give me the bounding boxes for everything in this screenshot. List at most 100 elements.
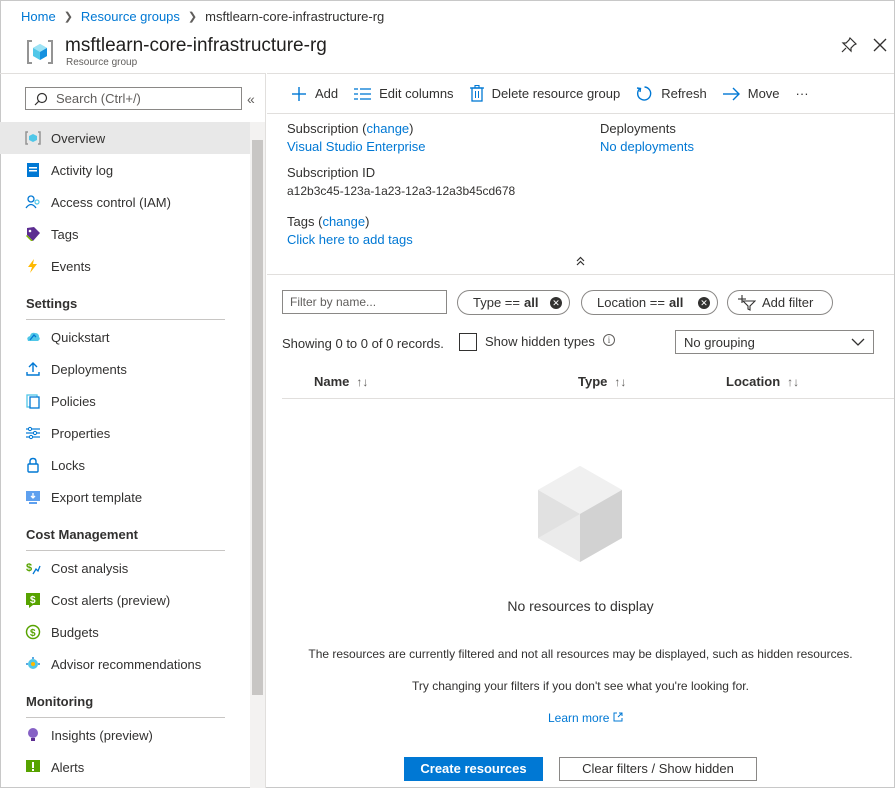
sidebar-item-alerts[interactable]: Alerts [0,751,250,783]
section-divider [26,319,225,320]
column-header-label: Location [726,374,781,389]
sidebar-item-access-control[interactable]: Access control (IAM) [0,186,250,218]
location-filter-pill[interactable]: Location == all ✕ [581,290,718,315]
svg-text:$: $ [30,595,36,606]
records-count: Showing 0 to 0 of 0 records. [282,336,444,351]
sidebar-item-events[interactable]: Events [0,250,250,282]
search-box[interactable] [25,87,242,110]
add-button[interactable]: Add [291,86,338,102]
delete-label: Delete resource group [491,86,621,101]
subscription-id-value: a12b3c45-123a-1a23-12a3-12a3b45cd678 [287,184,516,198]
move-label: Move [747,86,780,101]
page-title: msftlearn-core-infrastructure-rg [65,35,327,56]
add-filter-icon [738,294,756,311]
overview-icon [24,129,42,147]
quickstart-icon [24,328,42,346]
clear-filters-button[interactable]: Clear filters / Show hidden [559,757,757,781]
deployments-label: Deployments [600,121,676,136]
search-input[interactable] [56,91,236,106]
table-header-divider [282,398,894,399]
change-subscription-link[interactable]: change [367,121,410,136]
budgets-icon: $ [24,623,42,641]
essentials-divider [267,274,894,275]
change-tags-link[interactable]: change [322,214,365,229]
collapse-essentials-icon[interactable] [575,255,586,266]
add-filter-label: Add filter [762,295,814,310]
sidebar-item-locks[interactable]: Locks [0,449,250,481]
scrollbar-thumb[interactable] [252,140,263,695]
deployments-value-link[interactable]: No deployments [600,139,694,154]
sidebar-item-cost-alerts[interactable]: $ Cost alerts (preview) [0,584,250,616]
arrow-right-icon [722,87,740,101]
delete-resource-group-button[interactable]: Delete resource group [469,85,621,102]
monitoring-section-header: Monitoring [0,680,250,719]
sidebar-item-budgets[interactable]: $ Budgets [0,616,250,648]
add-filter-button[interactable]: Add filter [727,290,833,315]
sidebar-item-properties[interactable]: Properties [0,417,250,449]
filter-by-name-input[interactable] [283,291,446,313]
sidebar-item-export-template[interactable]: Export template [0,481,250,513]
sidebar-item-tags[interactable]: Tags [0,218,250,250]
refresh-button[interactable]: Refresh [636,85,707,102]
sidebar-item-insights[interactable]: Insights (preview) [0,719,250,751]
column-header-type[interactable]: Type ↑↓ [578,374,626,389]
sidebar-item-quickstart[interactable]: Quickstart [0,321,250,353]
sidebar-item-advisor[interactable]: Advisor recommendations [0,648,250,680]
collapse-sidebar-button[interactable]: « [247,91,255,107]
sidebar-item-label: Quickstart [51,329,110,345]
move-button[interactable]: Move [722,86,780,101]
deployments-icon [24,360,42,378]
close-icon[interactable] [871,36,889,54]
filter-by-name-box[interactable] [282,290,447,314]
add-tags-link[interactable]: Click here to add tags [287,232,413,247]
sidebar-item-label: Overview [51,130,106,146]
sidebar-scrollbar[interactable] [250,122,265,788]
info-icon[interactable]: i [603,334,615,346]
sidebar-item-overview[interactable]: Overview [0,122,250,154]
edit-columns-button[interactable]: Edit columns [354,86,454,101]
pin-icon[interactable] [840,36,858,54]
command-bar: Add Edit columns Delete resource group R… [267,73,894,114]
sidebar-item-deployments[interactable]: Deployments [0,353,250,385]
sort-icon: ↑↓ [356,374,369,389]
create-resources-button[interactable]: Create resources [404,757,543,781]
column-header-location[interactable]: Location ↑↓ [726,374,799,389]
lock-icon [24,456,42,474]
chevron-right-icon: ❯ [187,10,198,23]
settings-section-header: Settings [0,282,250,321]
location-filter-label: Location == [597,295,665,310]
more-button[interactable]: ··· [796,86,809,101]
column-header-name[interactable]: Name ↑↓ [314,374,368,389]
show-hidden-types-checkbox[interactable] [459,333,477,351]
advisor-icon [24,655,42,673]
subscription-value-link[interactable]: Visual Studio Enterprise [287,139,426,154]
grouping-select[interactable]: No grouping [675,330,874,354]
sidebar-nav: Overview Activity log Access control (IA… [0,122,250,783]
cost-management-section-header: Cost Management [0,513,250,552]
svg-text:$: $ [26,562,32,574]
activity-log-icon [24,161,42,179]
type-filter-pill[interactable]: Type == all ✕ [457,290,570,315]
lightning-icon [24,257,42,275]
learn-more-label: Learn more [548,711,610,725]
clear-location-filter-icon[interactable]: ✕ [698,297,710,309]
empty-state-hint: Try changing your filters if you don't s… [412,679,749,693]
sidebar-item-policies[interactable]: Policies [0,385,250,417]
sidebar-item-label: Deployments [51,361,127,377]
clear-type-filter-icon[interactable]: ✕ [550,297,562,309]
edit-columns-icon [354,87,372,101]
properties-icon [24,424,42,442]
sidebar-item-activity-log[interactable]: Activity log [0,154,250,186]
external-link-icon [613,712,623,722]
export-template-icon [24,488,42,506]
sidebar-item-label: Advisor recommendations [51,656,202,672]
section-title: Settings [26,296,78,311]
breadcrumb-home[interactable]: Home [21,9,56,24]
sidebar-item-cost-analysis[interactable]: $ Cost analysis [0,552,250,584]
breadcrumb-resource-groups[interactable]: Resource groups [81,9,180,24]
sidebar-item-label: Activity log [51,162,114,178]
sidebar-item-label: Locks [51,457,85,473]
search-icon [34,92,48,105]
learn-more-link[interactable]: Learn more [548,711,623,725]
section-title: Monitoring [26,694,94,709]
